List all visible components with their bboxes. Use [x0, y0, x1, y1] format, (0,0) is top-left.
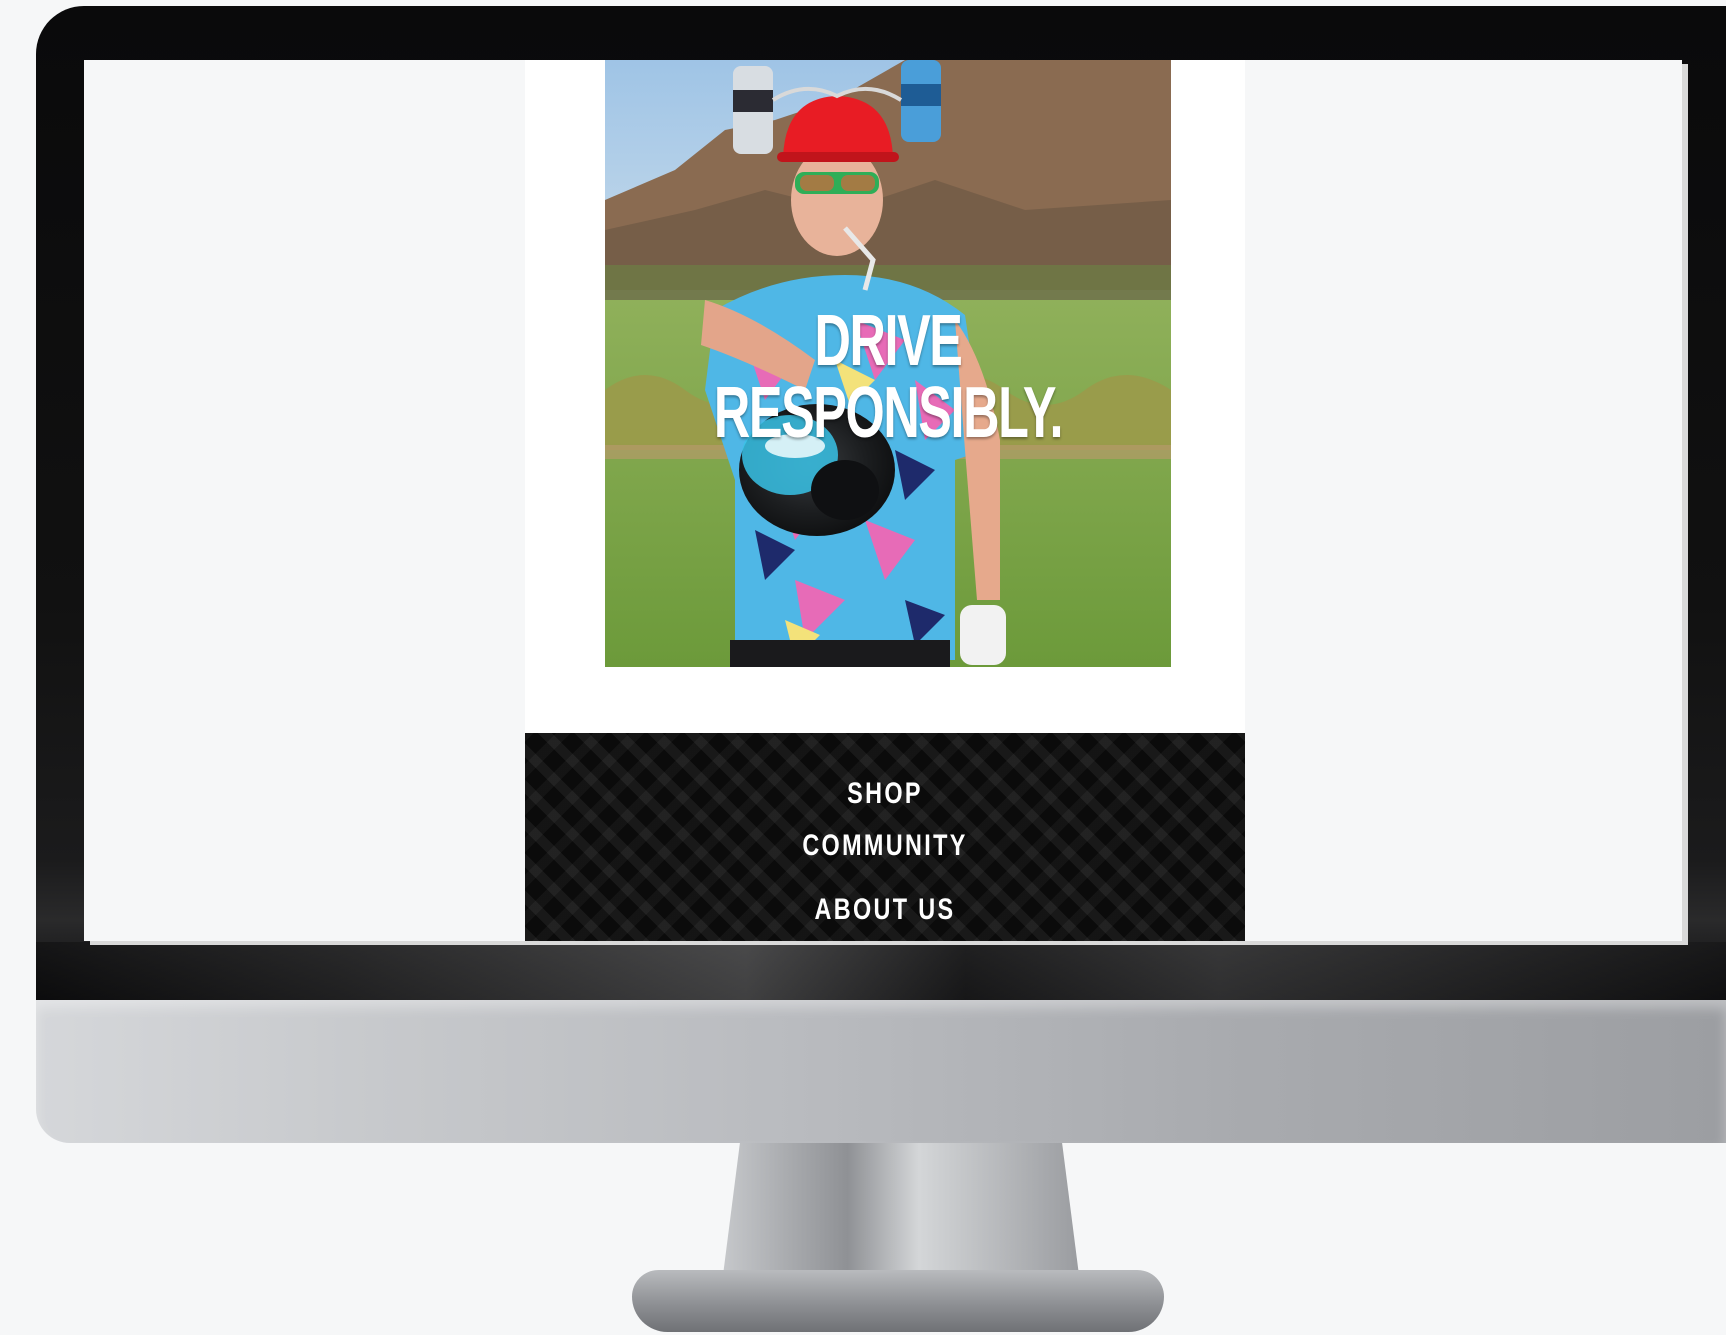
nav-link-about-us[interactable]: ABOUT US — [604, 895, 1166, 925]
mockup-stage: DRIVE RESPONSIBLY. SHOP COMMUNITY ABOUT … — [0, 0, 1726, 1335]
hero-headline: DRIVE RESPONSIBLY. — [713, 301, 1064, 453]
footer-navigation: SHOP COMMUNITY ABOUT US — [525, 733, 1245, 941]
monitor-stand-neck — [722, 1143, 1080, 1283]
hero-image[interactable]: DRIVE RESPONSIBLY. — [605, 60, 1171, 667]
monitor-screen: DRIVE RESPONSIBLY. SHOP COMMUNITY ABOUT … — [84, 60, 1682, 941]
email-column: DRIVE RESPONSIBLY. SHOP COMMUNITY ABOUT … — [525, 60, 1245, 941]
nav-link-shop[interactable]: SHOP — [604, 779, 1166, 809]
monitor-stand-base — [632, 1270, 1164, 1332]
nav-link-community[interactable]: COMMUNITY — [604, 831, 1166, 861]
monitor-chin — [36, 1000, 1726, 1143]
